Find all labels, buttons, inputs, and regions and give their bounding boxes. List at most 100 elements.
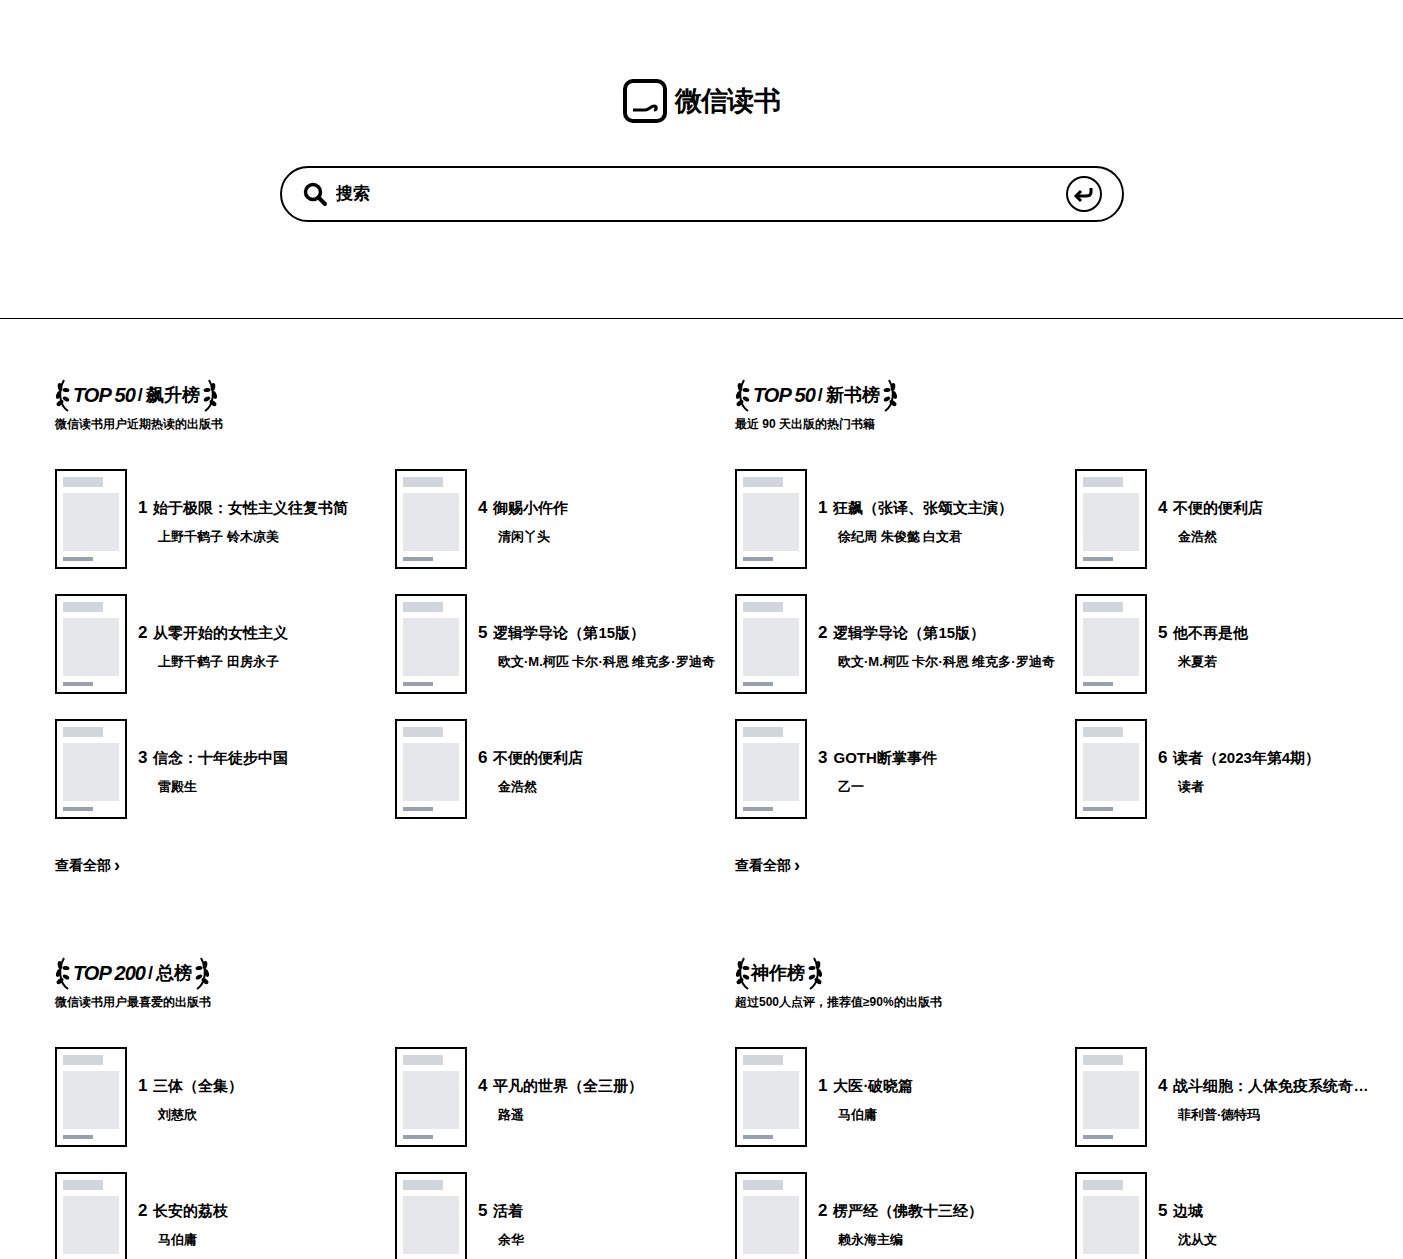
section-heading[interactable]: TOP 200/总榜	[55, 955, 735, 991]
book-info: 4御赐小仵作清闲丫头	[478, 469, 568, 569]
cover-line	[743, 602, 783, 612]
book-item[interactable]: 2逻辑学导论（第15版）欧文·M.柯匹 卡尔·科恩 维克多·罗迪奇	[735, 594, 1075, 694]
logo-text: 微信读书	[675, 81, 780, 122]
book-title[interactable]: 逻辑学导论（第15版）	[493, 622, 645, 645]
book-title[interactable]: 平凡的世界（全三册）	[493, 1075, 643, 1098]
cover-art	[1083, 618, 1139, 676]
book-item[interactable]: 1 大医·破晓篇马伯庸	[735, 1047, 1075, 1147]
book-item[interactable]: 1狂飙（张译、张颂文主演） 徐纪周 朱俊懿 白文君	[735, 469, 1075, 569]
separator: /	[138, 382, 143, 409]
book-title-line: 1始于极限：女性主义往复书简	[138, 495, 348, 521]
book-item[interactable]: 2楞严经（佛教十三经） 赖永海主编	[735, 1172, 1075, 1259]
book-item[interactable]: 6不便的便利店金浩然	[395, 719, 735, 819]
book-title[interactable]: 始于极限：女性主义往复书简	[153, 497, 348, 520]
cover-art	[63, 1071, 119, 1129]
book-title-line: 2楞严经（佛教十三经）	[818, 1198, 983, 1224]
ranking-section: TOP 200/总榜微信读书用户最喜爱的出版书1三体（全集）刘慈欣2长安的荔枝马…	[55, 955, 735, 1259]
chevron-icon: ›	[114, 856, 120, 874]
section-heading[interactable]: TOP 50/飙升榜	[55, 377, 735, 413]
book-item[interactable]: 1三体（全集）刘慈欣	[55, 1047, 395, 1147]
top-badge: TOP 50	[73, 380, 135, 410]
laurel-icon	[194, 955, 210, 991]
book-author: 马伯庸	[838, 1105, 913, 1125]
book-title[interactable]: 长安的荔枝	[153, 1200, 228, 1223]
separator: /	[818, 382, 823, 409]
logo[interactable]: 微信读书	[623, 78, 780, 124]
book-title[interactable]: 他不再是他	[1173, 622, 1248, 645]
book-info: 3GOTH断掌事件乙一	[818, 719, 937, 819]
book-list: 1三体（全集）刘慈欣2长安的荔枝马伯庸4平凡的世界（全三册）路遥5活着余华	[55, 1047, 735, 1259]
cover-line	[63, 682, 93, 686]
book-item[interactable]: 5活着余华	[395, 1172, 735, 1259]
book-info: 5他不再是他米夏若	[1158, 594, 1248, 694]
book-title[interactable]: 活着	[493, 1200, 523, 1223]
book-title[interactable]: 大医·破晓篇	[833, 1075, 913, 1098]
cover-art	[63, 493, 119, 551]
section-heading[interactable]: TOP 50/新书榜	[735, 377, 1403, 413]
book-author: 金浩然	[1178, 527, 1263, 547]
cover-art	[743, 1071, 799, 1129]
book-title[interactable]: 从零开始的女性主义	[153, 622, 288, 645]
book-info: 1 大医·破晓篇马伯庸	[818, 1047, 913, 1147]
book-author: 马伯庸	[158, 1230, 228, 1250]
book-title[interactable]: 御赐小仵作	[493, 497, 568, 520]
book-cover	[395, 469, 467, 569]
cover-line	[63, 807, 93, 811]
book-title[interactable]: 楞严经（佛教十三经）	[833, 1200, 983, 1223]
view-all-link[interactable]: 查看全部›	[55, 855, 735, 875]
book-item[interactable]: 3GOTH断掌事件乙一	[735, 719, 1075, 819]
book-item[interactable]: 6读者（2023年第4期）读者	[1075, 719, 1403, 819]
cover-line	[1083, 1055, 1123, 1065]
book-author: 徐纪周 朱俊懿 白文君	[838, 527, 1013, 547]
ranking-section: TOP 50/飙升榜微信读书用户近期热读的出版书1始于极限：女性主义往复书简上野…	[55, 377, 735, 955]
ranking-section: 神作榜超过500人点评，推荐值≥90%的出版书1大医·破晓篇马伯庸2楞严经（佛教…	[735, 955, 1403, 1259]
submit-button[interactable]	[1066, 176, 1102, 212]
cover-art	[743, 743, 799, 801]
book-title[interactable]: 狂飙（张译、张颂文主演）	[833, 497, 1013, 520]
book-item[interactable]: 5边城沈从文	[1075, 1172, 1403, 1259]
book-rank: 3	[818, 745, 827, 771]
book-item[interactable]: 1始于极限：女性主义往复书简上野千鹤子 铃木凉美	[55, 469, 395, 569]
book-rank: 1	[818, 1073, 827, 1099]
cover-line	[63, 1180, 103, 1190]
view-all-link[interactable]: 查看全部›	[735, 855, 1403, 875]
book-title[interactable]: GOTH断掌事件	[833, 747, 936, 770]
book-item[interactable]: 2长安的荔枝马伯庸	[55, 1172, 395, 1259]
cover-line	[403, 1055, 443, 1065]
book-item[interactable]: 4战斗细胞：人体免疫系统奇…菲利普·德特玛	[1075, 1047, 1403, 1147]
book-item[interactable]: 3信念：十年徒步中国雷殿生	[55, 719, 395, 819]
book-title-line: 1狂飙（张译、张颂文主演）	[818, 495, 1013, 521]
cover-line	[63, 727, 103, 737]
book-author: 赖永海主编	[838, 1230, 983, 1250]
cover-line	[403, 682, 433, 686]
book-info: 5边城沈从文	[1158, 1172, 1217, 1259]
book-item[interactable]: 4不便的便利店金浩然	[1075, 469, 1403, 569]
book-cover	[395, 1172, 467, 1259]
book-title[interactable]: 信念：十年徒步中国	[153, 747, 288, 770]
book-item[interactable]: 4平凡的世界（全三册）路遥	[395, 1047, 735, 1147]
book-title[interactable]: 不便的便利店	[493, 747, 583, 770]
search-input[interactable]	[336, 181, 1058, 207]
cover-art	[63, 743, 119, 801]
cover-art	[743, 1196, 799, 1254]
book-title[interactable]: 战斗细胞：人体免疫系统奇…	[1173, 1075, 1368, 1098]
book-cover	[735, 1172, 807, 1259]
book-item[interactable]: 2从零开始的女性主义上野千鹤子 田房永子	[55, 594, 395, 694]
cover-art	[1083, 743, 1139, 801]
book-info: 5逻辑学导论（第15版）欧文·M.柯匹 卡尔·科恩 维克多·罗迪奇	[478, 594, 715, 694]
laurel-icon	[55, 377, 71, 413]
book-item[interactable]: 5他不再是他米夏若	[1075, 594, 1403, 694]
cover-line	[1083, 682, 1113, 686]
book-title[interactable]: 不便的便利店	[1173, 497, 1263, 520]
book-title[interactable]: 读者（2023年第4期）	[1173, 747, 1320, 770]
book-title[interactable]: 逻辑学导论（第15版）	[833, 622, 985, 645]
book-item[interactable]: 4御赐小仵作清闲丫头	[395, 469, 735, 569]
book-author: 路遥	[498, 1105, 643, 1125]
cover-art	[743, 493, 799, 551]
book-title[interactable]: 三体（全集）	[153, 1075, 243, 1098]
book-author: 上野千鹤子 铃木凉美	[158, 527, 348, 547]
search-bar	[280, 166, 1124, 222]
book-title[interactable]: 边城	[1173, 1200, 1203, 1223]
section-heading[interactable]: 神作榜	[735, 955, 1403, 991]
book-item[interactable]: 5逻辑学导论（第15版）欧文·M.柯匹 卡尔·科恩 维克多·罗迪奇	[395, 594, 735, 694]
